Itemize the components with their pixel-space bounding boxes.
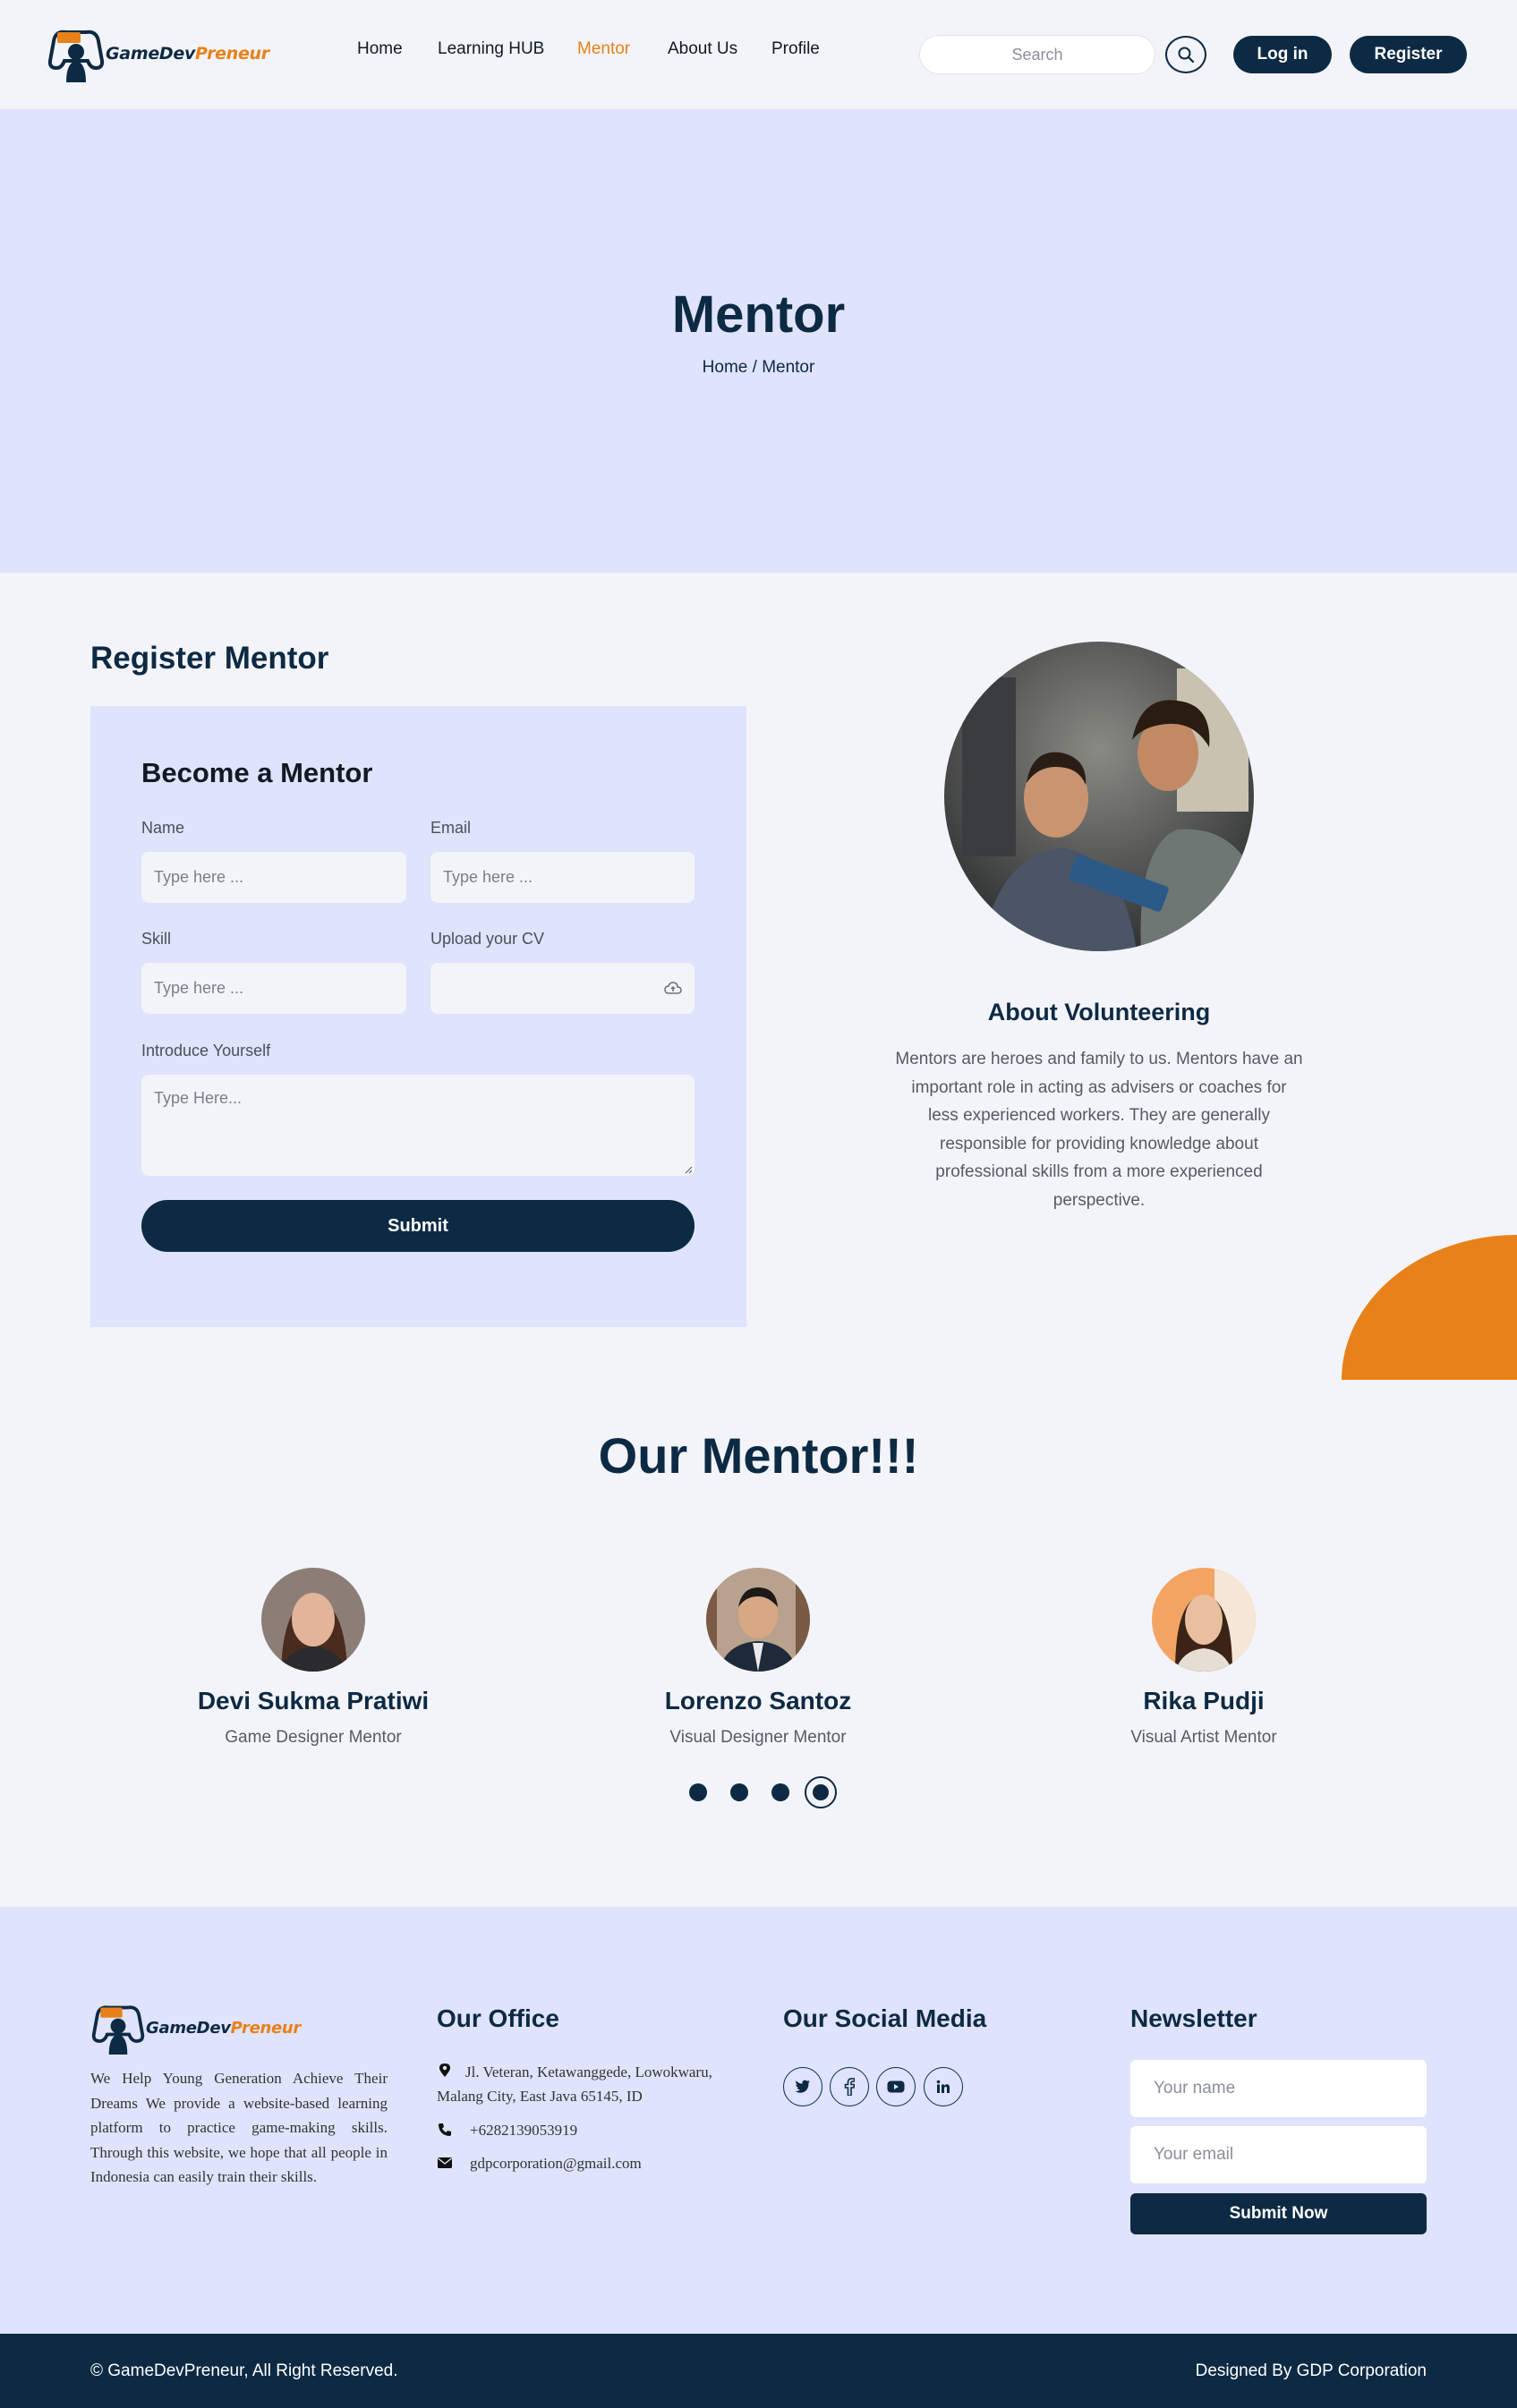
intro-textarea[interactable]: Type Here... xyxy=(141,1075,695,1176)
mentor-name: Lorenzo Santoz xyxy=(664,1687,852,1715)
nav-link-mentor[interactable]: Mentor xyxy=(577,39,630,59)
mentor-role: Visual Designer Mentor xyxy=(669,1728,847,1747)
brand-logo[interactable]: GameDevPreneur xyxy=(47,25,269,82)
page-title: Mentor xyxy=(671,285,846,344)
intro-label: Introduce Yourself xyxy=(141,1042,271,1059)
login-button[interactable]: Log in xyxy=(1233,36,1332,73)
designed-by-text: Designed By GDP Corporation xyxy=(1195,2361,1427,2380)
facebook-button[interactable] xyxy=(830,2067,869,2106)
about-volunteering-text: Mentors are heroes and family to us. Men… xyxy=(895,1050,1303,1210)
newsletter-email-input[interactable]: Your email xyxy=(1130,2126,1427,2183)
search-input[interactable]: Search xyxy=(919,35,1155,74)
youtube-button[interactable] xyxy=(876,2067,916,2106)
skill-label: Skill xyxy=(141,930,172,948)
cloud-upload-icon xyxy=(664,982,682,994)
controller-logo-icon xyxy=(47,25,106,82)
copyright-text: © GameDevPreneur, All Right Reserved. xyxy=(90,2361,398,2380)
youtube-icon xyxy=(887,2080,905,2093)
office-phone[interactable]: +6282139053919 xyxy=(470,2118,577,2142)
phone-icon xyxy=(439,2123,451,2136)
mentor-avatar-rika xyxy=(1152,1568,1256,1672)
linkedin-icon xyxy=(936,2080,950,2093)
nav-link-profile[interactable]: Profile xyxy=(771,39,820,59)
mentor-avatar-devi xyxy=(261,1568,365,1672)
office-heading: Our Office xyxy=(437,2004,559,2032)
email-label: Email xyxy=(430,819,472,837)
twitter-button[interactable] xyxy=(783,2067,822,2106)
breadcrumb[interactable]: Home / Mentor xyxy=(0,358,1517,378)
controller-logo-icon xyxy=(90,2001,146,2055)
name-input[interactable]: Type here ... xyxy=(141,852,406,903)
our-mentor-heading: Our Mentor!!! xyxy=(598,1427,919,1484)
cv-label: Upload your CV xyxy=(430,930,545,948)
brand-wordmark: GameDevPreneur xyxy=(106,44,269,64)
submit-button[interactable]: Submit xyxy=(141,1200,695,1252)
social-heading: Our Social Media xyxy=(783,2004,987,2032)
newsletter-submit-button[interactable]: Submit Now xyxy=(1130,2193,1427,2234)
email-input[interactable]: Type here ... xyxy=(430,852,695,903)
resize-handle-icon[interactable] xyxy=(684,1165,693,1174)
name-label: Name xyxy=(141,819,185,837)
about-volunteering-title: About Volunteering xyxy=(987,999,1211,1025)
mentor-role: Visual Artist Mentor xyxy=(1130,1728,1277,1747)
linkedin-button[interactable] xyxy=(924,2067,963,2106)
office-address: Jl. Veteran, Ketawanggede, Lowokwaru, Ma… xyxy=(437,2063,712,2105)
mentor-avatar-lorenzo xyxy=(706,1568,810,1672)
footer-about-text: We Help Young Generation Achieve Their D… xyxy=(90,2070,388,2185)
office-email[interactable]: gdpcorporation@gmail.com xyxy=(470,2151,642,2175)
intro-placeholder: Type Here... xyxy=(154,1089,243,1107)
mentor-name: Rika Pudji xyxy=(1143,1687,1265,1715)
brand-wordmark: GameDevPreneur xyxy=(146,2018,302,2038)
mentor-role: Game Designer Mentor xyxy=(225,1728,402,1747)
carousel-dot-3[interactable] xyxy=(771,1783,789,1801)
carousel-dot-4-active[interactable] xyxy=(805,1776,837,1808)
cv-upload-input[interactable] xyxy=(430,963,695,1014)
mentor-name: Devi Sukma Pratiwi xyxy=(197,1687,430,1715)
search-button[interactable] xyxy=(1165,36,1206,73)
skill-input[interactable]: Type here ... xyxy=(141,963,406,1014)
newsletter-name-input[interactable]: Your name xyxy=(1130,2060,1427,2117)
footer-brand-logo[interactable]: GameDevPreneur xyxy=(90,2001,301,2055)
register-mentor-heading: Register Mentor xyxy=(90,641,329,676)
newsletter-heading: Newsletter xyxy=(1130,2004,1257,2032)
form-title: Become a Mentor xyxy=(141,757,373,788)
nav-link-home[interactable]: Home xyxy=(357,39,403,59)
volunteering-photo xyxy=(944,642,1254,951)
decorative-half-circle xyxy=(1342,1235,1517,1380)
carousel-dot-1[interactable] xyxy=(689,1783,707,1801)
mail-icon xyxy=(438,2157,452,2168)
twitter-icon xyxy=(795,2080,810,2093)
carousel-dot-2[interactable] xyxy=(730,1783,748,1801)
facebook-icon xyxy=(844,2078,855,2096)
search-icon xyxy=(1178,47,1195,64)
nav-link-about-us[interactable]: About Us xyxy=(668,39,737,59)
navbar: GameDevPreneur Home Learning HUB Mentor … xyxy=(0,0,1517,109)
register-button[interactable]: Register xyxy=(1350,36,1467,73)
nav-link-learning-hub[interactable]: Learning HUB xyxy=(438,39,544,59)
